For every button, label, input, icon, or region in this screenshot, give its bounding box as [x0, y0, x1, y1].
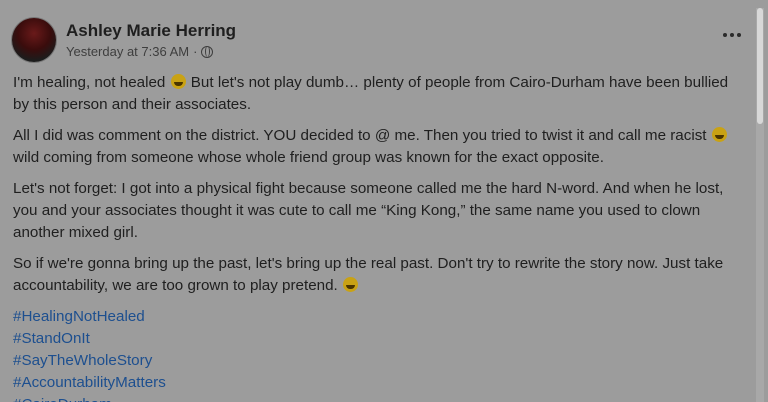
- scrollbar[interactable]: [756, 8, 764, 402]
- facebook-post-card: Ashley Marie Herring Yesterday at 7:36 A…: [0, 0, 768, 402]
- paragraph-text: Let's not forget: I got into a physical …: [13, 180, 724, 241]
- post-paragraph: All I did was comment on the district. Y…: [13, 125, 748, 169]
- more-options-dot: [737, 33, 741, 37]
- hashtag-list: #HealingNotHealed #StandOnIt #SayTheWhol…: [13, 306, 748, 402]
- paragraph-text: wild coming from someone whose whole fri…: [13, 149, 604, 166]
- post-paragraph: I'm healing, not healed But let's not pl…: [13, 72, 748, 116]
- hashtag-link[interactable]: #AccountabilityMatters: [13, 372, 748, 394]
- hashtag-link[interactable]: #HealingNotHealed: [13, 306, 748, 328]
- laughing-face-icon: [342, 277, 358, 292]
- paragraph-text: I'm healing, not healed: [13, 74, 170, 91]
- avatar[interactable]: [12, 18, 56, 62]
- more-options-button[interactable]: [718, 25, 746, 45]
- post-paragraph: Let's not forget: I got into a physical …: [13, 178, 748, 244]
- post-timestamp[interactable]: Yesterday at 7:36 AM: [66, 44, 189, 59]
- hashtag-link[interactable]: #SayTheWholeStory: [13, 350, 748, 372]
- meta-separator: ·: [193, 44, 198, 59]
- author-name[interactable]: Ashley Marie Herring: [66, 21, 236, 41]
- scrollbar-thumb[interactable]: [757, 8, 763, 124]
- grimacing-face-icon: [170, 74, 186, 89]
- globe-icon[interactable]: [201, 45, 214, 58]
- paragraph-text: All I did was comment on the district. Y…: [13, 127, 711, 144]
- post-meta: Yesterday at 7:36 AM ·: [66, 44, 214, 59]
- post-header: Ashley Marie Herring Yesterday at 7:36 A…: [12, 14, 768, 66]
- hashtag-link[interactable]: #StandOnIt: [13, 328, 748, 350]
- more-options-dot: [730, 33, 734, 37]
- more-options-icon: [723, 33, 727, 37]
- hashtag-link[interactable]: #CairoDurham: [13, 394, 748, 402]
- post-body: I'm healing, not healed But let's not pl…: [13, 72, 748, 402]
- laughing-face-icon: [711, 127, 727, 142]
- post-paragraph: So if we're gonna bring up the past, let…: [13, 253, 748, 297]
- paragraph-text: So if we're gonna bring up the past, let…: [13, 255, 724, 294]
